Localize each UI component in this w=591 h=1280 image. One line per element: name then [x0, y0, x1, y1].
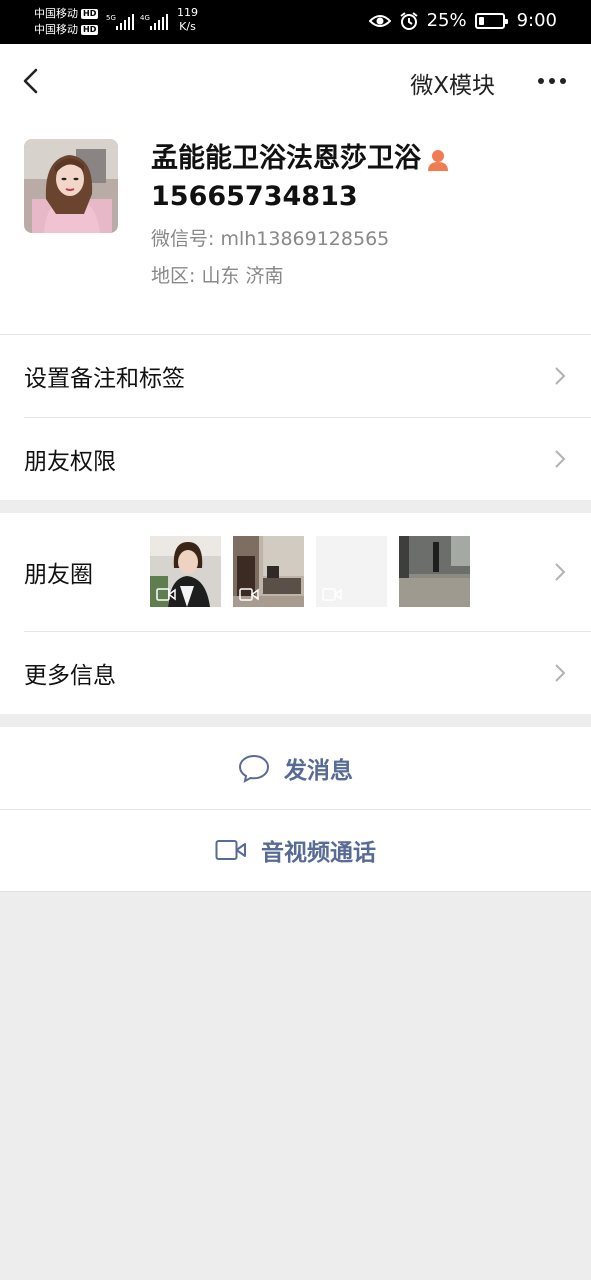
profile-card: 孟能能卫浴法恩莎卫浴 15665734813 微信号: mlh138691285… — [0, 118, 591, 334]
chat-bubble-icon — [238, 754, 270, 783]
signal-4g-icon: 4G — [140, 14, 168, 30]
network-speed: 119 K/s — [177, 6, 198, 34]
moments-row[interactable]: 朋友圈 — [0, 513, 591, 631]
video-icon — [239, 588, 259, 601]
chevron-right-icon — [555, 663, 566, 682]
chevron-right-icon — [555, 449, 566, 468]
alarm-icon — [399, 11, 418, 30]
avatar[interactable] — [24, 139, 118, 233]
clock: 9:00 — [516, 10, 557, 31]
moments-thumbnails — [150, 536, 470, 607]
contact-name-text: 孟能能卫浴法恩莎卫浴 — [151, 143, 421, 174]
send-message-button[interactable]: 发消息 — [0, 727, 591, 809]
carrier-2: 中国移动 — [34, 23, 78, 36]
nav-title[interactable]: 微X模块 — [410, 66, 495, 100]
moment-photo — [399, 536, 470, 607]
video-icon — [156, 588, 176, 601]
friend-permission-row[interactable]: 朋友权限 — [0, 417, 591, 500]
speed-value: 119 — [177, 6, 198, 19]
region: 地区: 山东 济南 — [151, 265, 284, 287]
carrier-1: 中国移动 — [34, 7, 78, 20]
contact-name: 孟能能卫浴法恩莎卫浴 15665734813 — [151, 140, 561, 216]
actions-group: 发消息 音视频通话 — [0, 727, 591, 892]
back-icon[interactable] — [18, 66, 48, 96]
moment-thumbnail[interactable] — [399, 536, 470, 607]
signal-5g-icon: 5G — [106, 14, 134, 30]
hd-badge-2: HD — [81, 25, 99, 35]
avatar-photo — [24, 139, 118, 233]
person-icon — [428, 149, 448, 171]
net-type-2: 4G — [140, 14, 150, 22]
chevron-right-icon — [555, 563, 566, 581]
video-icon — [322, 588, 342, 601]
audio-video-call-button[interactable]: 音视频通话 — [0, 809, 591, 891]
battery-icon — [474, 12, 508, 29]
status-bar: 中国移动 HD 中国移动 HD 5G 4G 119 K/s 25% 9:00 — [0, 0, 591, 44]
info-group: 朋友圈 更多信息 — [0, 513, 591, 714]
remark-tags-label: 设置备注和标签 — [24, 366, 185, 392]
send-message-label: 发消息 — [284, 758, 353, 784]
chevron-right-icon — [555, 367, 566, 385]
net-type-1: 5G — [106, 14, 116, 22]
audio-video-call-label: 音视频通话 — [261, 840, 376, 866]
speed-unit: K/s — [179, 20, 196, 33]
carrier-info: 中国移动 HD 中国移动 HD — [34, 6, 99, 38]
eye-icon — [368, 14, 391, 27]
remark-tags-row[interactable]: 设置备注和标签 — [0, 334, 591, 417]
nav-bar: 微X模块 — [0, 44, 591, 118]
battery-percent: 25% — [426, 10, 467, 31]
settings-group: 设置备注和标签 朋友权限 — [0, 334, 591, 500]
moment-thumbnail[interactable] — [150, 536, 221, 607]
video-call-icon — [215, 840, 246, 860]
hd-badge: HD — [81, 9, 99, 19]
wechat-id: 微信号: mlh13869128565 — [151, 228, 390, 250]
moment-thumbnail[interactable] — [316, 536, 387, 607]
moment-thumbnail[interactable] — [233, 536, 304, 607]
moments-label: 朋友圈 — [24, 562, 93, 588]
more-info-label: 更多信息 — [24, 662, 116, 689]
contact-phone: 15665734813 — [151, 181, 358, 212]
friend-permission-label: 朋友权限 — [24, 448, 116, 475]
more-info-row[interactable]: 更多信息 — [0, 631, 591, 714]
more-icon[interactable] — [537, 74, 567, 88]
